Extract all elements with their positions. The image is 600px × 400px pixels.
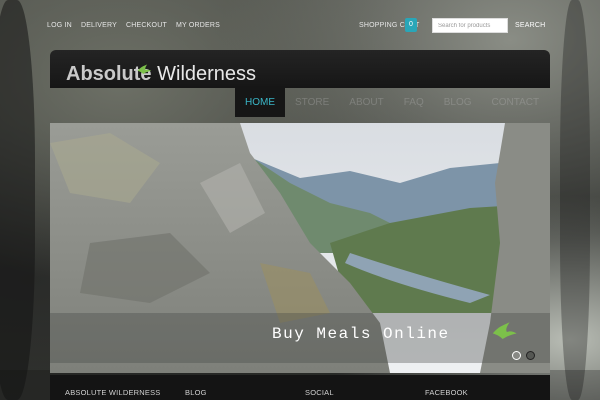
- bird-icon: [492, 322, 517, 339]
- search-input[interactable]: [432, 18, 508, 33]
- tree-trunk: [0, 0, 35, 400]
- delivery-link[interactable]: DELIVERY: [81, 22, 117, 29]
- slide-caption-link[interactable]: Buy Meals Online: [272, 325, 450, 343]
- top-links: LOG IN DELIVERY CHECKOUT MY ORDERS: [47, 22, 220, 29]
- site-logo[interactable]: Absolute Wilderness: [66, 63, 256, 86]
- footer-heading-blog: BLOG: [185, 388, 207, 397]
- nav-faq[interactable]: FAQ: [394, 88, 434, 117]
- checkout-link[interactable]: CHECKOUT: [126, 22, 167, 29]
- login-link[interactable]: LOG IN: [47, 22, 72, 29]
- site-header: Absolute Wilderness: [50, 50, 550, 88]
- cart-count-badge[interactable]: 0: [405, 18, 417, 32]
- nav-store[interactable]: STORE: [285, 88, 339, 117]
- top-utility-bar: LOG IN DELIVERY CHECKOUT MY ORDERS SHOPP…: [0, 18, 600, 34]
- main-nav: HOME STORE ABOUT FAQ BLOG CONTACT: [235, 88, 549, 117]
- tree-trunk: [560, 0, 590, 400]
- slide-dot-1[interactable]: [512, 351, 521, 360]
- my-orders-link[interactable]: MY ORDERS: [176, 22, 220, 29]
- nav-contact[interactable]: CONTACT: [482, 88, 550, 117]
- logo-word-wilderness: Wilderness: [157, 63, 257, 85]
- slide-dot-2[interactable]: [526, 351, 535, 360]
- hero-slider[interactable]: Buy Meals Online: [50, 123, 550, 373]
- nav-blog[interactable]: BLOG: [434, 88, 482, 117]
- site-footer: ABSOLUTE WILDERNESS BLOG SOCIAL FACEBOOK: [50, 375, 550, 400]
- bird-logo-icon: [137, 64, 152, 74]
- footer-heading-facebook: FACEBOOK: [425, 388, 468, 397]
- footer-heading-absolute-wilderness: ABSOLUTE WILDERNESS: [65, 388, 161, 397]
- nav-home[interactable]: HOME: [235, 88, 285, 117]
- search-button[interactable]: SEARCH: [515, 22, 545, 29]
- nav-about[interactable]: ABOUT: [339, 88, 393, 117]
- footer-heading-social: SOCIAL: [305, 388, 334, 397]
